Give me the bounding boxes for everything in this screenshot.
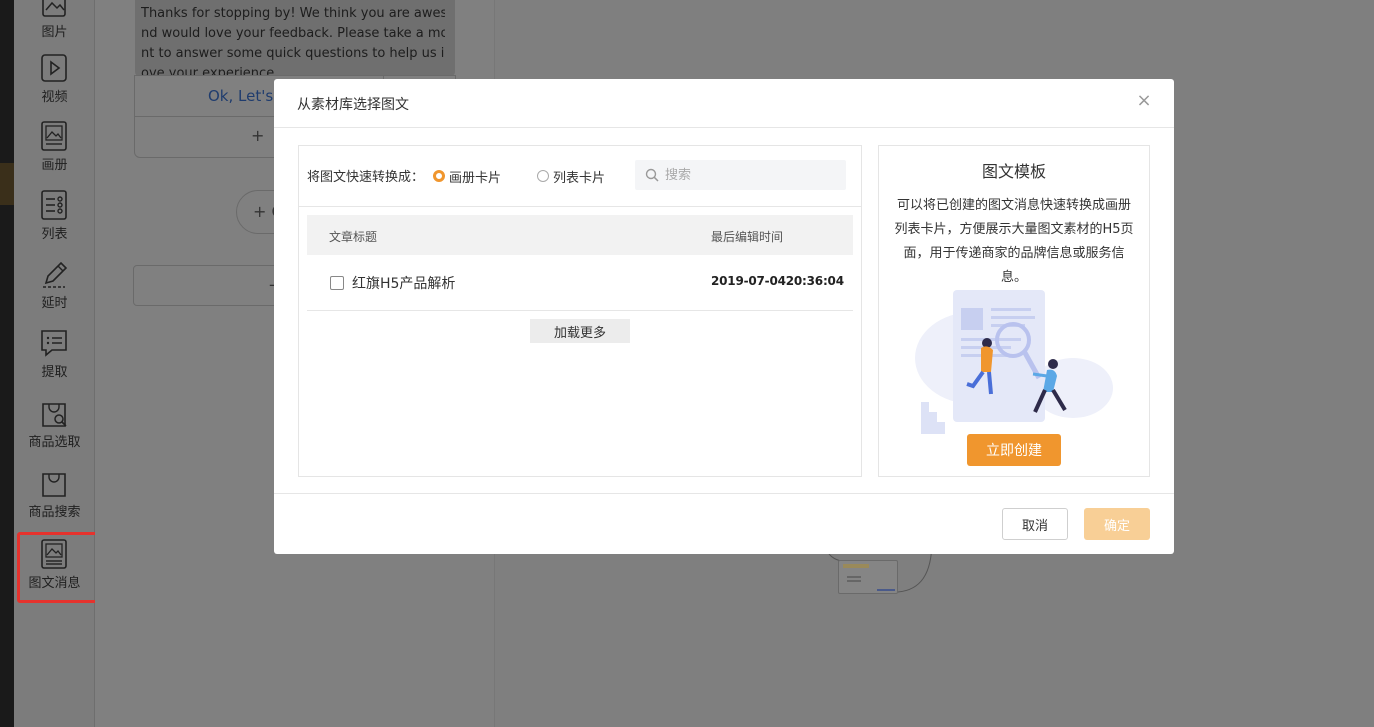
- search-input[interactable]: [665, 166, 835, 184]
- video-icon: [41, 54, 67, 82]
- chat-message-line: Thanks for stopping by! We think you are…: [141, 6, 445, 21]
- radio-dot: [433, 170, 445, 182]
- search-box: [635, 160, 846, 190]
- node-line: [847, 576, 861, 578]
- search-icon: [645, 168, 659, 182]
- column-header-edit-time: 最后编辑时间: [711, 230, 784, 244]
- chat-message-line: nt to answer some quick questions to hel…: [141, 46, 445, 61]
- flow-node[interactable]: [838, 560, 898, 594]
- left-edge-strip: [0, 0, 14, 727]
- article-icon: [41, 539, 67, 569]
- confirm-button[interactable]: 确定: [1084, 508, 1150, 540]
- tool-sidebar: 图片 视频 画册 列表 延时 提取 商品选取 商品搜索 图文消息: [14, 0, 95, 727]
- sidebar-item-album[interactable]: 画册: [14, 121, 95, 185]
- sidebar-item-label: 提取: [41, 365, 68, 380]
- row-checkbox[interactable]: [330, 276, 344, 290]
- sidebar-item-label: 画册: [41, 158, 68, 173]
- dialog-title: 从素材库选择图文: [297, 97, 409, 113]
- sidebar-item-video[interactable]: 视频: [14, 53, 95, 117]
- sidebar-item-label: 列表: [41, 227, 68, 242]
- sidebar-item-product-pick[interactable]: 商品选取: [14, 398, 95, 462]
- template-illustration: [915, 290, 1113, 434]
- create-now-button[interactable]: 立即创建: [967, 434, 1061, 466]
- column-header-title: 文章标题: [329, 230, 378, 244]
- node-header: [843, 564, 869, 568]
- select-article-dialog: 从素材库选择图文 × 将图文快速转换成： 画册卡片 列表卡片 文章标题 最后编辑…: [274, 79, 1174, 554]
- radio-label: 画册卡片: [449, 171, 502, 186]
- bag-icon: [42, 473, 66, 497]
- dialog-header: 从素材库选择图文 ×: [274, 79, 1174, 128]
- table-header: 文章标题 最后编辑时间: [307, 215, 853, 255]
- divider: [274, 493, 1174, 494]
- sidebar-item-label: 图片: [41, 25, 68, 40]
- table-row[interactable]: 红旗H5产品解析 2019-07-0420:36:04: [307, 255, 853, 311]
- close-icon[interactable]: ×: [1134, 91, 1154, 111]
- sidebar-item-delay[interactable]: 延时: [14, 259, 95, 323]
- template-description: 可以将已创建的图文消息快速转换成画册列表卡片，方便展示大量图文素材的H5页面，用…: [894, 198, 1134, 285]
- sidebar-item-label: 视频: [41, 90, 68, 105]
- chat-message-bubble: Thanks for stopping by! We think you are…: [135, 0, 455, 81]
- cancel-button[interactable]: 取消: [1002, 508, 1068, 540]
- pencil-icon: [43, 261, 68, 288]
- radio-dot: [537, 170, 549, 182]
- list-icon: [41, 190, 67, 220]
- template-panel: 图文模板 可以将已创建的图文消息快速转换成画册列表卡片，方便展示大量图文素材的H…: [878, 145, 1150, 477]
- sidebar-item-label: 商品搜索: [28, 505, 81, 520]
- load-more-button[interactable]: 加载更多: [530, 319, 630, 343]
- radio-label: 列表卡片: [553, 171, 606, 186]
- album-icon: [41, 121, 67, 151]
- sidebar-item-list[interactable]: 列表: [14, 190, 95, 254]
- sidebar-item-image[interactable]: 图片: [14, 0, 95, 52]
- sidebar-item-article[interactable]: 图文消息: [14, 539, 95, 603]
- article-edit-time: 2019-07-0420:36:04: [711, 274, 844, 288]
- sidebar-item-label: 商品选取: [28, 435, 81, 450]
- sidebar-item-label: 延时: [41, 296, 68, 311]
- chat-message-line: nd would love your feedback. Please take…: [141, 26, 445, 41]
- node-line: [847, 580, 861, 582]
- bag-search-icon: [42, 403, 67, 427]
- sidebar-item-label: 图文消息: [28, 576, 81, 591]
- chat-list-icon: [41, 330, 67, 357]
- template-title: 图文模板: [981, 162, 1046, 181]
- add-reply-button[interactable]: +: [251, 126, 264, 145]
- article-title: 红旗H5产品解析: [352, 276, 456, 292]
- divider: [299, 206, 861, 207]
- node-link: [877, 589, 895, 591]
- sidebar-item-extract[interactable]: 提取: [14, 328, 95, 392]
- left-edge-accent: [0, 163, 14, 205]
- article-list-panel: 将图文快速转换成： 画册卡片 列表卡片 文章标题 最后编辑时间 红旗H5产品解析…: [298, 145, 862, 477]
- convert-label: 将图文快速转换成：: [307, 170, 425, 185]
- image-icon: [42, 0, 66, 17]
- sidebar-item-product-search[interactable]: 商品搜索: [14, 468, 95, 532]
